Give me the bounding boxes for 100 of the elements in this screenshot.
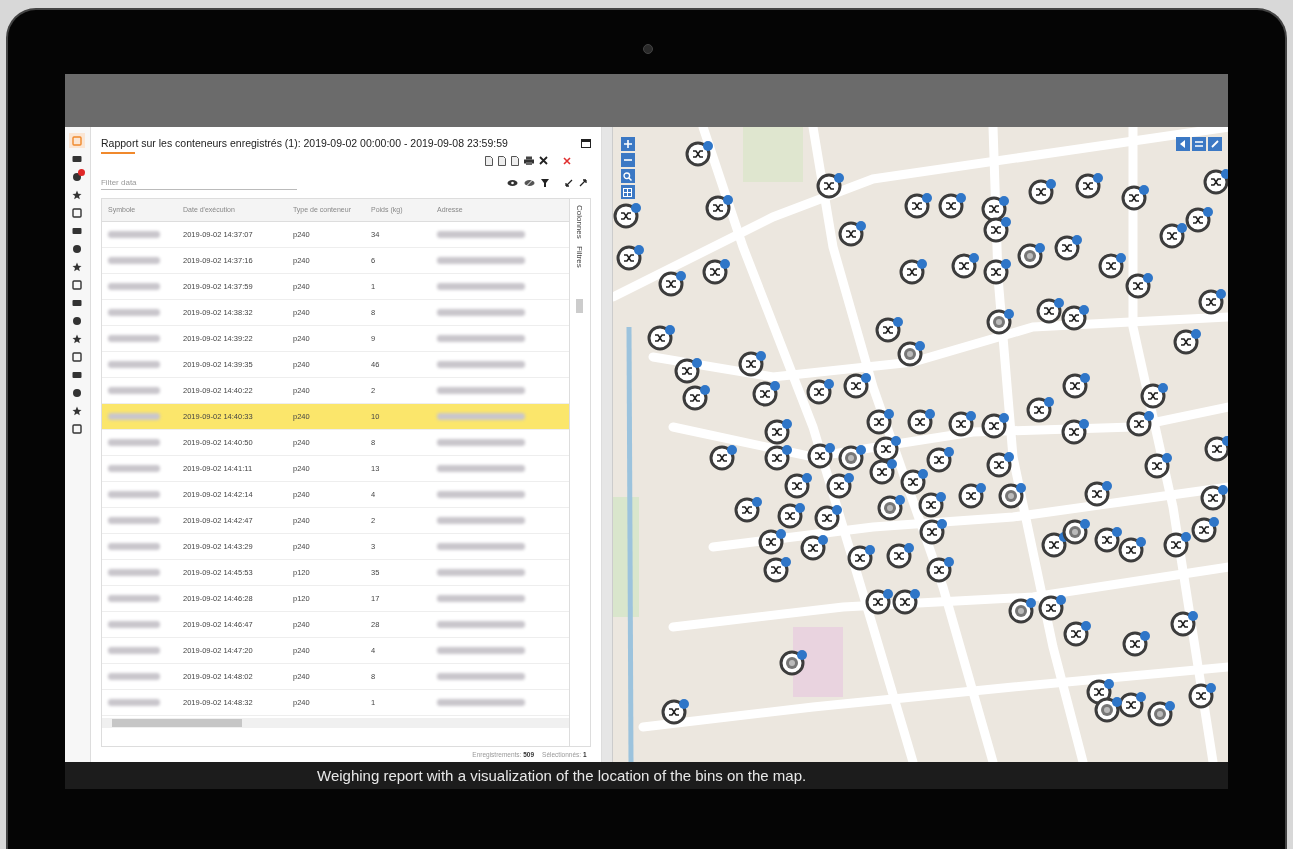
- bin-marker[interactable]: [843, 373, 871, 399]
- horizontal-scrollbar[interactable]: [102, 717, 569, 728]
- bin-marker[interactable]: [1147, 701, 1175, 727]
- bin-marker[interactable]: [938, 193, 966, 219]
- bin-marker[interactable]: [1084, 481, 1112, 507]
- bin-marker[interactable]: [816, 173, 844, 199]
- bin-marker[interactable]: [1062, 373, 1090, 399]
- bin-marker[interactable]: [616, 245, 644, 271]
- bin-marker[interactable]: [1118, 537, 1146, 563]
- bin-marker[interactable]: [758, 529, 786, 555]
- bin-marker[interactable]: [948, 411, 976, 437]
- bin-marker[interactable]: [1200, 485, 1228, 511]
- funnel-icon[interactable]: [540, 178, 549, 187]
- bin-marker[interactable]: [865, 589, 893, 615]
- bin-marker[interactable]: [1191, 517, 1219, 543]
- bin-marker[interactable]: [838, 445, 866, 471]
- bin-marker[interactable]: [866, 409, 894, 435]
- bin-marker[interactable]: [1163, 532, 1191, 558]
- bin-marker[interactable]: [958, 483, 986, 509]
- bin-marker[interactable]: [1017, 243, 1045, 269]
- bin-marker[interactable]: [926, 447, 954, 473]
- bin-marker[interactable]: [869, 459, 897, 485]
- bin-marker[interactable]: [904, 193, 932, 219]
- bin-marker[interactable]: [1185, 207, 1213, 233]
- bin-marker[interactable]: [838, 221, 866, 247]
- bin-marker[interactable]: [1173, 329, 1201, 355]
- bin-marker[interactable]: [1121, 185, 1149, 211]
- bin-marker[interactable]: [779, 650, 807, 676]
- bin-marker[interactable]: [738, 351, 766, 377]
- bin-marker[interactable]: [900, 469, 928, 495]
- bin-marker[interactable]: [892, 589, 920, 615]
- bin-marker[interactable]: [886, 543, 914, 569]
- bin-marker[interactable]: [674, 358, 702, 384]
- bin-marker[interactable]: [899, 259, 927, 285]
- bin-marker[interactable]: [807, 443, 835, 469]
- bin-marker[interactable]: [1159, 223, 1187, 249]
- print-icon[interactable]: [523, 156, 534, 165]
- window-icon[interactable]: [580, 138, 591, 148]
- shrink-icon[interactable]: [564, 178, 573, 187]
- bin-marker[interactable]: [658, 271, 686, 297]
- bin-marker[interactable]: [1170, 611, 1198, 637]
- bin-marker[interactable]: [1125, 273, 1153, 299]
- expand-icon[interactable]: [578, 178, 587, 187]
- bin-marker[interactable]: [1126, 411, 1154, 437]
- bin-marker[interactable]: [752, 381, 780, 407]
- bin-marker[interactable]: [682, 385, 710, 411]
- bin-marker[interactable]: [826, 473, 854, 499]
- bin-marker[interactable]: [907, 409, 935, 435]
- bin-marker[interactable]: [897, 341, 925, 367]
- side-tab[interactable]: Colonnes: [575, 204, 585, 239]
- bin-marker[interactable]: [1062, 519, 1090, 545]
- bin-marker[interactable]: [1028, 179, 1056, 205]
- bin-marker[interactable]: [926, 557, 954, 583]
- bin-marker[interactable]: [983, 217, 1011, 243]
- bin-marker[interactable]: [1061, 305, 1089, 331]
- vertical-scrollbar[interactable]: [575, 298, 583, 313]
- edit-button[interactable]: [1208, 137, 1222, 151]
- bin-marker[interactable]: [1204, 436, 1228, 462]
- bin-marker[interactable]: [983, 259, 1011, 285]
- bin-marker[interactable]: [764, 419, 792, 445]
- bin-marker[interactable]: [986, 452, 1014, 478]
- bin-marker[interactable]: [1026, 397, 1054, 423]
- bin-marker[interactable]: [1203, 169, 1228, 195]
- close-icon[interactable]: [562, 156, 571, 165]
- bin-marker[interactable]: [800, 535, 828, 561]
- bin-marker[interactable]: [806, 379, 834, 405]
- bin-marker[interactable]: [981, 413, 1009, 439]
- bin-marker[interactable]: [1061, 419, 1089, 445]
- bin-marker[interactable]: [1094, 697, 1122, 723]
- bin-marker[interactable]: [1198, 289, 1226, 315]
- bin-marker[interactable]: [951, 253, 979, 279]
- bin-marker[interactable]: [661, 699, 689, 725]
- bin-marker[interactable]: [685, 141, 713, 167]
- eye-slash-icon[interactable]: [523, 178, 535, 187]
- bin-marker[interactable]: [1063, 621, 1091, 647]
- bin-marker[interactable]: [1075, 173, 1103, 199]
- bin-marker[interactable]: [1038, 595, 1066, 621]
- bin-marker[interactable]: [986, 309, 1014, 335]
- bin-marker[interactable]: [1140, 383, 1168, 409]
- bin-marker[interactable]: [918, 492, 946, 518]
- bin-marker[interactable]: [875, 317, 903, 343]
- bin-marker[interactable]: [877, 495, 905, 521]
- eye-icon[interactable]: [506, 178, 518, 187]
- bin-marker[interactable]: [647, 325, 675, 351]
- bin-marker[interactable]: [998, 483, 1026, 509]
- bin-marker[interactable]: [734, 497, 762, 523]
- bin-marker[interactable]: [814, 505, 842, 531]
- bin-marker[interactable]: [1098, 253, 1126, 279]
- bin-marker[interactable]: [1188, 683, 1216, 709]
- bin-marker[interactable]: [702, 259, 730, 285]
- bin-marker[interactable]: [1008, 598, 1036, 624]
- collapse-icon[interactable]: [538, 156, 548, 165]
- bin-marker[interactable]: [613, 203, 641, 229]
- bin-marker[interactable]: [709, 445, 737, 471]
- swap-button[interactable]: [1192, 137, 1206, 151]
- bin-marker[interactable]: [1054, 235, 1082, 261]
- bin-marker[interactable]: [764, 445, 792, 471]
- bin-marker[interactable]: [919, 519, 947, 545]
- bin-marker[interactable]: [777, 503, 805, 529]
- bin-marker[interactable]: [784, 473, 812, 499]
